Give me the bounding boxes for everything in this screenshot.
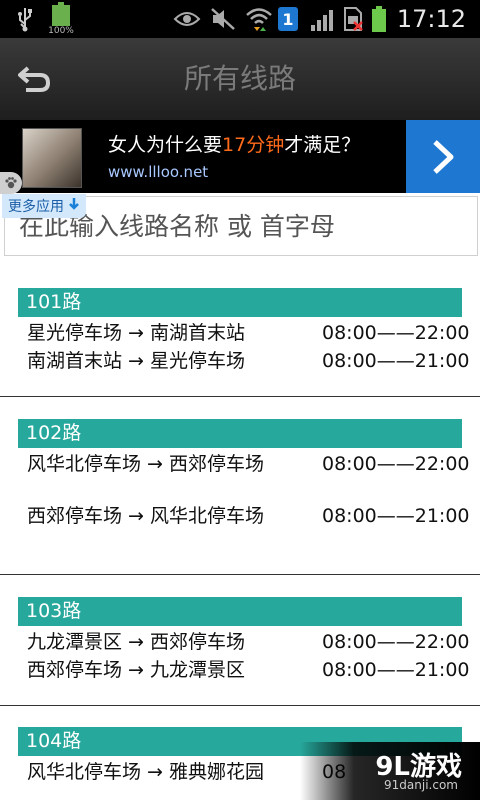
route-direction: 南湖首末站 → 星光停车场 08:00——21:00 — [27, 348, 470, 374]
route-card[interactable]: 102路 风华北停车场 → 西郊停车场 08:00——22:00 西郊停车场 →… — [0, 419, 480, 574]
direction-path: 星光停车场 → 南湖首末站 — [27, 322, 245, 344]
route-direction: 西郊停车场 → 九龙潭景区 08:00——21:00 — [27, 657, 470, 683]
direction-path: 南湖首末站 → 星光停车场 — [27, 350, 245, 372]
direction-path: 风华北停车场 → 雅典娜花园 — [27, 761, 264, 783]
paw-icon[interactable] — [0, 172, 22, 194]
route-card[interactable]: 103路 九龙潭景区 → 西郊停车场 08:00——22:00 西郊停车场 → … — [0, 597, 480, 705]
direction-path: 九龙潭景区 → 西郊停车场 — [27, 631, 245, 653]
direction-path: 西郊停车场 → 九龙潭景区 — [27, 659, 245, 681]
ad-banner[interactable]: 女人为什么要17分钟才满足？ www.llloo.net — [0, 120, 480, 193]
route-direction: 九龙潭景区 → 西郊停车场 08:00——22:00 — [27, 629, 470, 655]
battery-percent-label: 100% — [48, 26, 74, 36]
notification-badge-icon: 1 — [276, 0, 300, 38]
page-title: 所有线路 — [183, 62, 296, 95]
watermark-url: 91danji.com — [384, 778, 458, 792]
direction-hours: 08:00——21:00 — [322, 659, 470, 681]
direction-hours: 08:00——22:00 — [322, 453, 470, 475]
divider — [0, 396, 480, 397]
ad-title: 女人为什么要17分钟才满足？ — [108, 134, 361, 156]
chevron-right-icon — [433, 139, 454, 174]
direction-hours: 08:00——22:00 — [322, 322, 470, 344]
more-apps-label: 更多应用 — [8, 199, 64, 215]
download-arrow-icon — [68, 197, 80, 215]
direction-path: 西郊停车场 → 风华北停车场 — [27, 505, 264, 527]
eye-icon — [172, 0, 202, 38]
route-name: 102路 — [18, 419, 462, 448]
ad-url: www.llloo.net — [108, 163, 209, 181]
route-name: 103路 — [18, 597, 462, 626]
route-name: 101路 — [18, 288, 462, 317]
notification-count: 1 — [278, 7, 298, 31]
direction-hours: 08:00——22:00 — [322, 631, 470, 653]
route-direction: 风华北停车场 → 西郊停车场 08:00——22:00 — [27, 451, 470, 503]
ad-open-button[interactable] — [406, 120, 480, 193]
divider — [0, 574, 480, 575]
ad-image — [22, 128, 82, 188]
route-direction: 西郊停车场 → 风华北停车场 08:00——21:00 — [27, 503, 470, 555]
more-apps-button[interactable]: 更多应用 — [2, 194, 86, 218]
ad-title-highlight: 17分钟 — [222, 134, 285, 156]
battery-full-icon: 100% — [46, 0, 76, 38]
clock: 17:12 — [396, 5, 466, 33]
watermark: 9L游戏 91danji.com — [300, 742, 480, 800]
route-card[interactable]: 101路 星光停车场 → 南湖首末站 08:00——22:00 南湖首末站 → … — [0, 288, 480, 396]
mute-icon — [208, 0, 238, 38]
signal-icon — [308, 0, 340, 38]
status-bar: 100% 1 17:12 — [0, 0, 480, 38]
battery-icon — [368, 0, 390, 38]
wifi-icon — [244, 0, 274, 38]
direction-hours: 08:00——21:00 — [322, 505, 470, 527]
title-bar: 所有线路 — [0, 38, 480, 120]
usb-icon — [12, 0, 38, 38]
divider — [0, 705, 480, 706]
no-sim-icon — [340, 0, 366, 38]
route-direction: 星光停车场 → 南湖首末站 08:00——22:00 — [27, 320, 470, 346]
direction-hours: 08:00——21:00 — [322, 350, 470, 372]
direction-path: 风华北停车场 → 西郊停车场 — [27, 453, 264, 475]
